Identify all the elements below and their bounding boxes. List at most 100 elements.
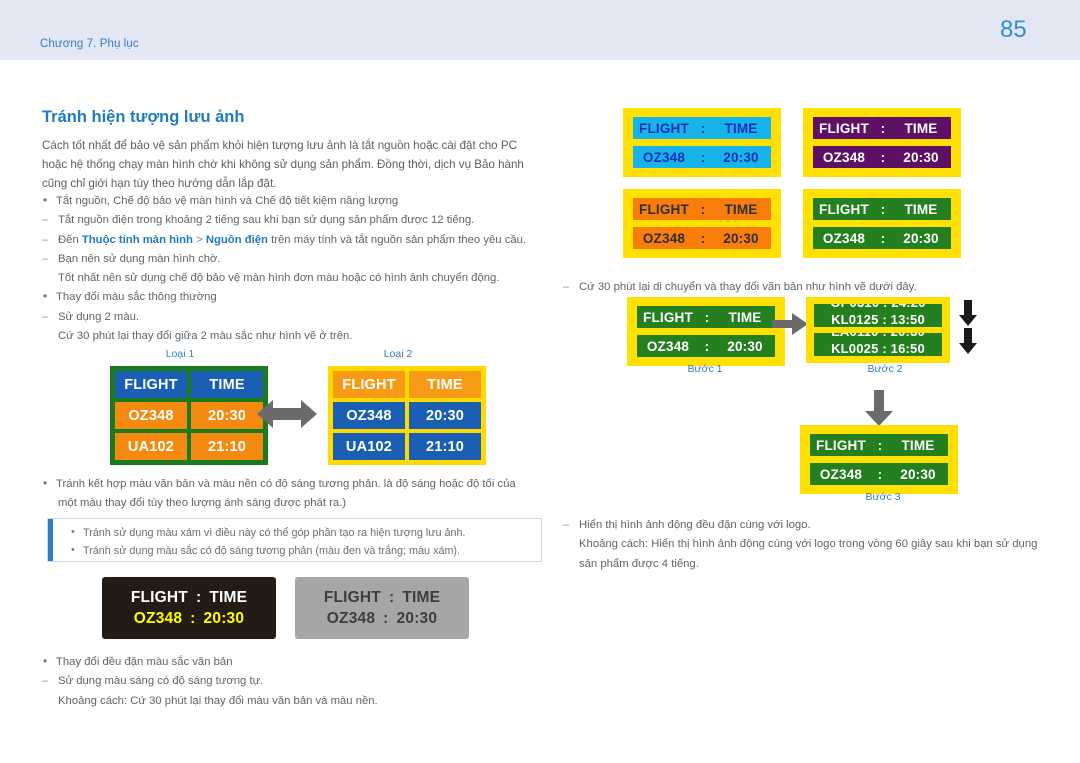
- dark-flight-panel: FLIGHT : TIME OZ348 : 20:30: [102, 577, 276, 639]
- value-flight-code: OZ348: [822, 149, 866, 165]
- board-row: UA102 21:10: [115, 433, 263, 460]
- left-bullet-list: Tắt nguồn, Chế độ bảo vệ màn hình và Chế…: [42, 191, 542, 346]
- board-row: OZ348 20:30: [333, 402, 481, 429]
- scroll-text-bottom: KL0025 : 16:50: [831, 341, 925, 356]
- breadcrumb-separator: >: [192, 233, 206, 246]
- list-item: Tắt nguồn, Chế độ bảo vệ màn hình và Chế…: [42, 191, 542, 211]
- colon-separator: :: [700, 201, 706, 217]
- label-flight: FLIGHT: [323, 588, 381, 606]
- list-item: Bạn nên sử dụng màn hình chờ.: [42, 250, 542, 270]
- header-flight: FLIGHT: [115, 371, 187, 398]
- value-flight-time: 20:30: [903, 230, 939, 246]
- label-flight: FLIGHT: [643, 309, 693, 325]
- colon-separator: :: [700, 120, 706, 136]
- panel-value-line: OZ348 : 20:30: [327, 610, 437, 628]
- label-time: TIME: [904, 120, 938, 136]
- loai-1-caption: Loại 1: [165, 348, 195, 360]
- label-flight: FLIGHT: [639, 201, 689, 217]
- list-item: Hiển thị hình ảnh động đều đặn cùng với …: [563, 516, 1043, 536]
- step3-caption: Bước 3: [865, 491, 901, 503]
- cell-flight-code: OZ348: [333, 402, 405, 429]
- list-item: Thay đổi đều đặn màu sắc văn bản: [42, 652, 542, 672]
- colon-separator: :: [190, 609, 196, 627]
- board-value-line: OZ348 : 20:30: [633, 227, 771, 249]
- step3-board: FLIGHT : TIME OZ348 : 20:30: [800, 425, 958, 494]
- loai-2-caption: Loại 2: [383, 348, 413, 360]
- colon-separator: :: [880, 230, 886, 246]
- panel-header-line: FLIGHT : TIME: [131, 589, 247, 607]
- scroll-row-1: OP0310 : 24:20 KL0125 : 13:50: [814, 304, 942, 327]
- arrow-down-icon: [959, 328, 977, 359]
- board-value-line: OZ348 : 20:30: [813, 227, 951, 249]
- header-time: TIME: [409, 371, 481, 398]
- list-item: Cứ 30 phút lại di chuyển và thay đổi văn…: [563, 278, 1033, 298]
- value-flight-time: 20:30: [203, 609, 245, 627]
- intro-paragraph: Cách tốt nhất để bảo vệ sản phẩm khỏi hi…: [42, 139, 524, 191]
- label-time: TIME: [724, 201, 758, 217]
- panel-header-line: FLIGHT : TIME: [324, 589, 440, 607]
- value-flight-code: OZ348: [642, 149, 686, 165]
- arrow-down-icon: [959, 300, 977, 331]
- list-item-continuation: Tốt nhất nên sử dụng chế độ bảo vệ màn h…: [58, 272, 500, 285]
- cell-flight-time: 20:30: [409, 402, 481, 429]
- value-flight-code: OZ348: [819, 466, 863, 482]
- scroll-text-bottom: KL0125 : 13:50: [831, 312, 925, 327]
- colon-separator: :: [700, 230, 706, 246]
- board-header-line: FLIGHT : TIME: [813, 117, 951, 139]
- label-time: TIME: [209, 588, 248, 606]
- value-flight-time: 20:30: [723, 149, 759, 165]
- list-item-continuation: Khoảng cách: Hiển thị hình ảnh động cùng…: [579, 538, 1038, 551]
- board-header-line: FLIGHT : TIME: [633, 117, 771, 139]
- purple-color-board: FLIGHT : TIME OZ348 : 20:30: [803, 108, 961, 177]
- colon-separator: :: [877, 437, 883, 453]
- value-flight-code: OZ348: [326, 609, 376, 627]
- callout-accent-bar: [48, 519, 53, 561]
- page-number: 85: [1000, 16, 1027, 43]
- value-flight-time: 20:30: [723, 230, 759, 246]
- list-item-continuation: Cứ 30 phút lại thay đổi giữa 2 màu sắc n…: [58, 330, 353, 343]
- loai-2-board: FLIGHT TIME OZ348 20:30 UA102 21:10: [328, 366, 486, 465]
- value-flight-time: 20:30: [903, 149, 939, 165]
- colon-separator: :: [880, 120, 886, 136]
- label-flight: FLIGHT: [130, 588, 188, 606]
- label-time: TIME: [901, 437, 935, 453]
- cell-flight-time: 21:10: [191, 433, 263, 460]
- colon-separator: :: [388, 588, 395, 606]
- board-header-row: FLIGHT TIME: [333, 371, 481, 398]
- colon-separator: :: [877, 466, 883, 482]
- colon-separator: :: [880, 149, 886, 165]
- cell-flight-code: UA102: [333, 433, 405, 460]
- scroll-text-top: OP0310 : 24:20: [814, 304, 942, 310]
- list-item: Thay đổi màu sắc thông thường: [42, 287, 542, 307]
- step1-board: FLIGHT : TIME OZ348 : 20:30: [627, 297, 785, 366]
- board-value-line: OZ348 : 20:30: [810, 463, 948, 485]
- list-item-continuation: Khoảng cách: Cứ 30 phút lại thay đổi màu…: [58, 694, 378, 707]
- list-item: Sử dụng 2 màu.: [42, 308, 542, 328]
- link-power[interactable]: Nguồn điện: [206, 234, 268, 246]
- scroll-row-2: EA0110 : 20:30 KL0025 : 16:50: [814, 333, 942, 356]
- label-time: TIME: [728, 309, 762, 325]
- green-color-board: FLIGHT : TIME OZ348 : 20:30: [803, 189, 961, 258]
- label-flight: FLIGHT: [819, 201, 869, 217]
- value-flight-code: OZ348: [822, 230, 866, 246]
- list-item: Tránh kết hợp màu văn bản và màu nền có …: [42, 474, 542, 494]
- cell-flight-code: OZ348: [115, 402, 187, 429]
- value-flight-time: 20:30: [900, 466, 936, 482]
- step2-caption: Bước 2: [867, 363, 903, 375]
- board-header-line: FLIGHT : TIME: [813, 198, 951, 220]
- colon-separator: :: [700, 149, 706, 165]
- cyan-color-board: FLIGHT : TIME OZ348 : 20:30: [623, 108, 781, 177]
- label-flight: FLIGHT: [639, 120, 689, 136]
- link-display-properties[interactable]: Thuộc tính màn hình: [82, 234, 193, 246]
- cell-flight-code: UA102: [115, 433, 187, 460]
- colon-separator: :: [195, 588, 202, 606]
- page-title: Tránh hiện tượng lưu ảnh: [42, 108, 245, 126]
- colon-separator: :: [704, 338, 710, 354]
- value-flight-code: OZ348: [642, 230, 686, 246]
- contrast-note: Tránh kết hợp màu văn bản và màu nền có …: [42, 474, 542, 514]
- board-row: OZ348 20:30: [115, 402, 263, 429]
- board-header-line: FLIGHT : TIME: [810, 434, 948, 456]
- colon-separator: :: [383, 609, 389, 627]
- colon-separator: :: [880, 201, 886, 217]
- page-header-band: [0, 0, 1080, 60]
